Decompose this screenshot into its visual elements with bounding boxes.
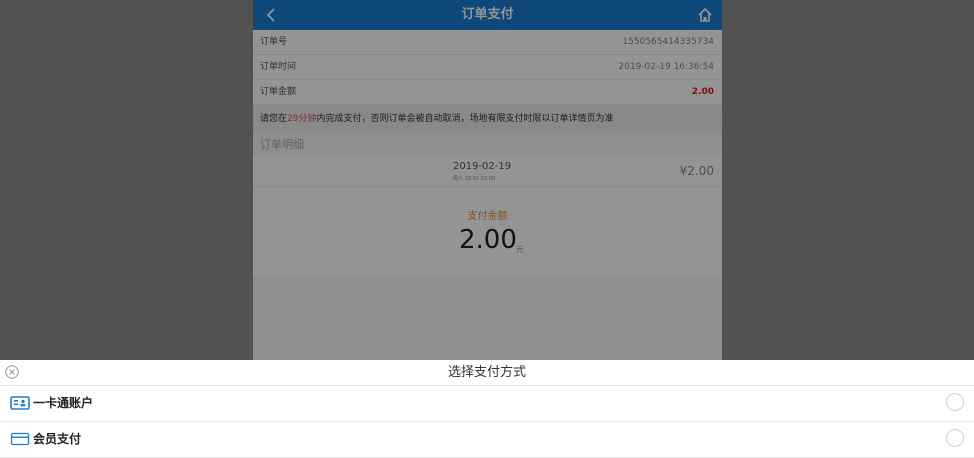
payment-option-radio[interactable] <box>946 429 964 447</box>
sheet-title: 选择支付方式 <box>447 365 526 380</box>
modal-overlay[interactable] <box>0 0 974 360</box>
payment-option-card-account[interactable]: 一卡通账户 <box>0 386 974 422</box>
sheet-header: 选择支付方式 <box>0 360 974 386</box>
payment-option-member[interactable]: 会员支付 <box>0 422 974 458</box>
id-card-icon <box>10 396 30 410</box>
credit-card-icon <box>10 432 30 446</box>
payment-option-label: 一卡通账户 <box>33 396 94 410</box>
payment-option-label: 会员支付 <box>33 432 82 446</box>
payment-method-sheet: 选择支付方式 一卡通账户 会员支付 <box>0 360 974 458</box>
payment-option-radio[interactable] <box>946 393 964 411</box>
